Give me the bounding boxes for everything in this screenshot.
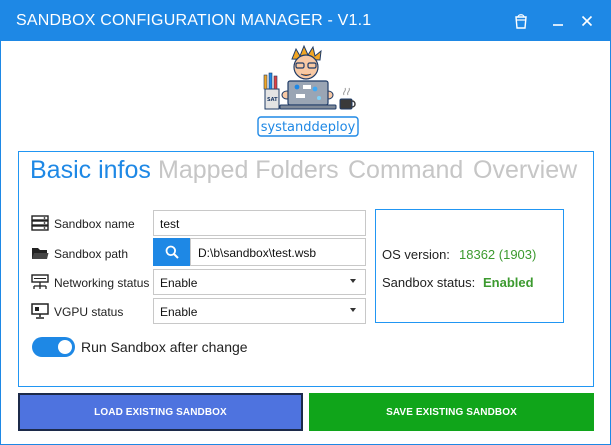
networking-status-label: Networking status [54,276,150,290]
tab-basic-infos[interactable]: Basic infos [30,156,151,185]
systanddeploy-logo: SAT systanddeploy [257,44,359,137]
svg-text:SAT: SAT [267,97,278,103]
server-icon [31,215,49,231]
chevron-down-icon [350,279,356,283]
title-bar: SANDBOX CONFIGURATION MANAGER - V1.1 [1,1,610,41]
vgpu-status-value: Enable [160,305,198,319]
sandbox-name-label: Sandbox name [54,217,135,231]
run-sandbox-toggle[interactable] [32,337,75,357]
os-version-value: 18362 (1903) [459,247,537,262]
window-title: SANDBOX CONFIGURATION MANAGER - V1.1 [16,12,372,29]
sandbox-status-label: Sandbox status: [382,275,476,290]
networking-status-select[interactable]: Enable [153,269,366,295]
close-button[interactable] [575,9,599,33]
sandbox-path-label: Sandbox path [54,247,129,261]
networking-status-value: Enable [160,276,198,290]
save-existing-sandbox-button[interactable]: SAVE EXISTING SANDBOX [309,393,594,431]
svg-text:systanddeploy: systanddeploy [261,120,356,135]
folder-icon [32,248,49,259]
sandbox-name-input[interactable]: test [153,210,366,236]
load-existing-sandbox-button[interactable]: LOAD EXISTING SANDBOX [18,393,303,431]
tab-mapped-folders[interactable]: Mapped Folders [158,156,339,185]
os-version-label: OS version: [382,247,450,262]
app-window: SANDBOX CONFIGURATION MANAGER - V1.1 SAT… [0,0,611,445]
chevron-down-icon [350,308,356,312]
sandbox-path-value: D:\b\sandbox\test.wsb [198,246,317,260]
toggle-knob [58,340,72,354]
tab-overview[interactable]: Overview [473,156,577,185]
browse-search-button[interactable] [153,238,190,266]
network-icon [31,274,49,289]
sandbox-path-input[interactable]: D:\b\sandbox\test.wsb [190,238,366,266]
minimize-button[interactable] [546,9,570,33]
sandbox-status-value: Enabled [483,275,534,290]
run-sandbox-label: Run Sandbox after change [81,339,248,355]
vgpu-status-select[interactable]: Enable [153,298,366,324]
search-icon [165,245,179,259]
sandbox-name-value: test [160,217,180,231]
tab-command[interactable]: Command [348,156,463,185]
system-info-box: OS version: 18362 (1903) Sandbox status:… [375,209,564,323]
monitor-icon [31,303,49,319]
vgpu-status-label: VGPU status [54,305,124,319]
theme-bucket-icon[interactable] [509,9,533,33]
